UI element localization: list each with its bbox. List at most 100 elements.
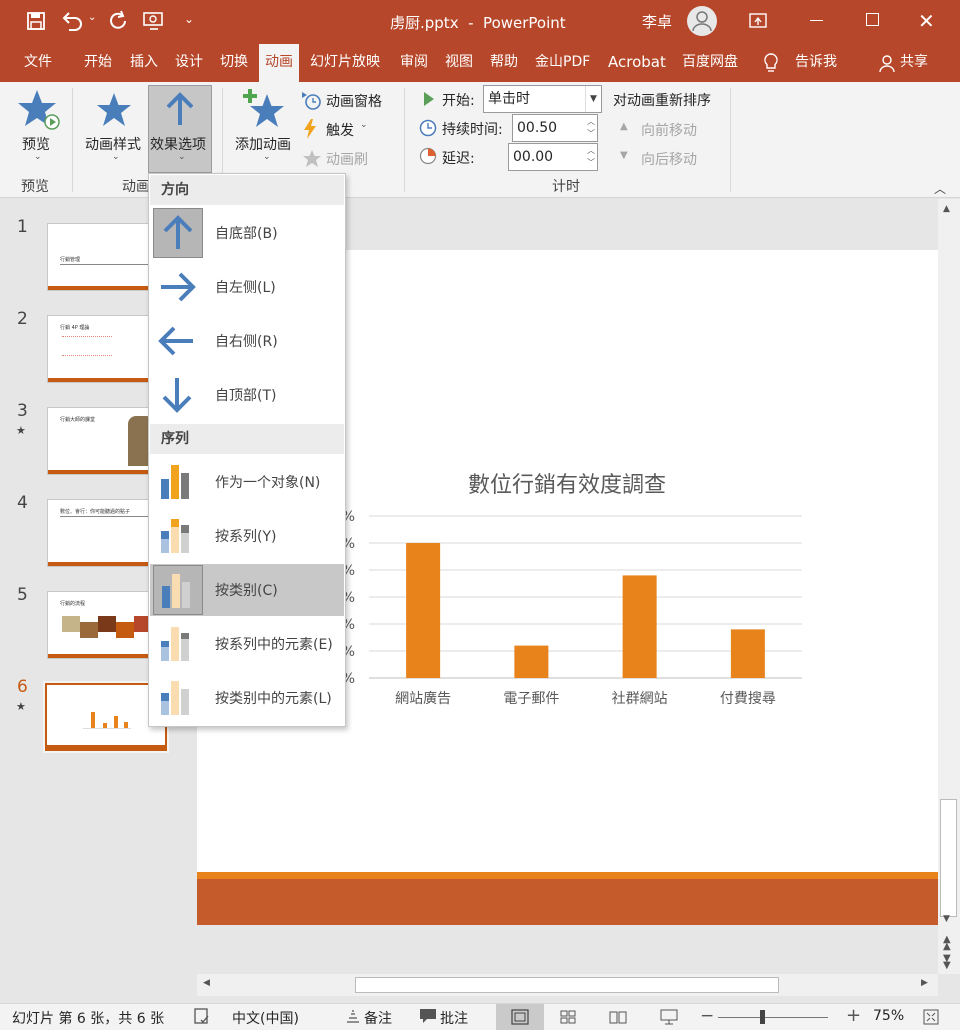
comments-button[interactable]: 批注 <box>440 1008 468 1028</box>
slide-thumb-chart <box>83 703 131 729</box>
comments-icon[interactable] <box>419 1008 437 1024</box>
slide-thumbnail-2[interactable]: 行銷 4P 理論 <box>47 315 157 383</box>
menu-item-by-series-element[interactable]: 按系列中的元素(E) <box>150 618 344 670</box>
scroll-left-icon[interactable]: ◀ <box>203 978 210 988</box>
start-value: 单击时 <box>488 91 530 107</box>
tab-animations[interactable]: 动画 <box>259 44 299 82</box>
share-button[interactable]: 共享 <box>900 44 928 82</box>
add-animation-button[interactable]: 添加动画 ⌄ <box>232 86 298 168</box>
minimize-icon[interactable] <box>810 20 823 21</box>
next-slide-icon[interactable]: ▼ ▼ <box>943 954 951 971</box>
scroll-right-icon[interactable]: ▶ <box>921 978 928 988</box>
vertical-scrollbar[interactable]: ▲ ▼ ▲ ▲ ▼ ▼ <box>938 199 960 974</box>
share-user-icon[interactable] <box>878 54 896 74</box>
lightbulb-icon[interactable] <box>762 52 780 74</box>
menu-item-from-top[interactable]: 自顶部(T) <box>150 369 344 421</box>
group-label-timing: 计时 <box>552 179 580 195</box>
scroll-thumb[interactable] <box>355 977 779 993</box>
duration-value: 00.50 <box>517 120 558 136</box>
animation-styles-button[interactable]: 动画样式 ⌄ <box>84 86 146 168</box>
start-select[interactable]: 单击时 ▼ <box>483 85 602 113</box>
menu-header-direction: 方向 <box>150 175 344 205</box>
redo-icon[interactable] <box>108 10 130 32</box>
menu-item-from-bottom[interactable]: 自底部(B) <box>150 207 344 259</box>
menu-item-label: 按类别中的元素(L) <box>215 691 332 707</box>
slide-thumb-shape <box>98 616 116 632</box>
present-icon[interactable] <box>142 11 166 31</box>
zoom-slider-thumb[interactable] <box>760 1010 765 1024</box>
customize-qat-icon[interactable]: ⌄ <box>184 12 194 26</box>
spinner-icon[interactable]: ︿ ﹀ <box>587 145 595 169</box>
scroll-down-icon[interactable]: ▼ <box>943 914 950 924</box>
slide-thumbnail-1[interactable]: 行銷管理 <box>47 223 157 291</box>
close-icon[interactable]: ✕ <box>918 9 935 33</box>
previous-slide-icon[interactable]: ▲ ▲ <box>943 935 951 952</box>
slide-number: 4 <box>17 493 28 513</box>
save-icon[interactable] <box>26 11 46 31</box>
slide-number: 2 <box>17 309 28 329</box>
slideshow-icon[interactable] <box>660 1009 678 1025</box>
accessibility-icon[interactable] <box>193 1007 211 1025</box>
delay-value: 00.00 <box>513 149 554 165</box>
collapse-ribbon-icon[interactable]: ︿ <box>934 180 946 197</box>
slide-thumb-bar-mark <box>103 723 107 728</box>
menu-item-by-category[interactable]: 按类别(C) <box>150 564 344 616</box>
tab-transitions[interactable]: 切换 <box>220 44 248 82</box>
tell-me-search[interactable]: 告诉我 <box>795 44 837 82</box>
tab-home[interactable]: 开始 <box>84 44 112 82</box>
tab-acrobat[interactable]: Acrobat <box>608 44 666 82</box>
notes-button[interactable]: 备注 <box>364 1008 392 1028</box>
effect-options-label: 效果选项 <box>150 137 206 153</box>
slide-sorter-icon[interactable] <box>560 1010 576 1024</box>
undo-icon[interactable] <box>60 10 84 32</box>
move-earlier-button: ▲ 向前移动 <box>620 120 720 140</box>
delay-input[interactable]: 00.00 ︿ ﹀ <box>508 143 598 171</box>
zoom-slider-track[interactable] <box>718 1017 828 1018</box>
slide-thumb-bar <box>48 654 156 658</box>
menu-item-as-one-object[interactable]: 作为一个对象(N) <box>150 456 344 508</box>
lightning-icon <box>302 118 318 140</box>
animation-pane-label: 动画窗格 <box>326 94 382 110</box>
slide-thumbnail-3[interactable]: 行銷大師的課堂 <box>47 407 157 475</box>
animation-pane-button[interactable]: 动画窗格 <box>300 89 400 111</box>
tab-help[interactable]: 帮助 <box>490 44 518 82</box>
menu-item-by-series[interactable]: 按系列(Y) <box>150 510 344 562</box>
menu-item-from-right[interactable]: 自右侧(R) <box>150 315 344 367</box>
menu-item-from-left[interactable]: 自左侧(L) <box>150 261 344 313</box>
trigger-button[interactable]: 触发 ⌄ <box>300 118 380 140</box>
preview-button[interactable]: 预览 ⌄ <box>12 86 62 168</box>
effect-options-button[interactable]: 效果选项 ⌄ <box>148 85 212 173</box>
avatar[interactable] <box>686 5 718 37</box>
ribbon-display-icon[interactable] <box>749 12 767 30</box>
fit-to-window-icon[interactable] <box>923 1009 939 1025</box>
normal-view-icon[interactable] <box>496 1004 544 1030</box>
reading-view-icon[interactable] <box>609 1010 627 1024</box>
scroll-thumb[interactable] <box>940 799 957 917</box>
tab-design[interactable]: 设计 <box>175 44 203 82</box>
notes-icon[interactable] <box>345 1008 361 1024</box>
slide-thumbnail-5[interactable]: 行銷的流程 <box>47 591 157 659</box>
tab-slideshow[interactable]: 幻灯片放映 <box>310 44 380 82</box>
scroll-up-icon[interactable]: ▲ <box>943 204 950 214</box>
horizontal-scrollbar[interactable]: ◀ ▶ <box>197 974 938 996</box>
maximize-icon[interactable] <box>866 13 879 26</box>
undo-dropdown-icon[interactable]: ⌄ <box>88 12 96 23</box>
arrow-up-icon <box>153 208 203 258</box>
language-indicator[interactable]: 中文(中国) <box>232 1008 299 1028</box>
tab-view[interactable]: 视图 <box>445 44 473 82</box>
chart-by-category-icon <box>153 565 203 615</box>
tab-review[interactable]: 审阅 <box>400 44 428 82</box>
menu-item-label: 自左侧(L) <box>215 280 276 296</box>
zoom-level[interactable]: 75% <box>873 1008 904 1024</box>
triangle-up-icon: ▲ <box>620 121 628 132</box>
slide-thumbnail-4[interactable]: 數位、會行：你可能聽過的點子 <box>47 499 157 567</box>
duration-input[interactable]: 00.50 ︿ ﹀ <box>512 114 598 142</box>
menu-item-by-category-element[interactable]: 按类别中的元素(L) <box>150 672 344 724</box>
tab-insert[interactable]: 插入 <box>130 44 158 82</box>
tab-file[interactable]: 文件 <box>24 44 52 82</box>
zoom-in-icon[interactable]: + <box>846 1005 861 1026</box>
tab-kingsoft-pdf[interactable]: 金山PDF <box>535 44 590 82</box>
tab-baidu-netdisk[interactable]: 百度网盘 <box>682 44 738 82</box>
zoom-out-icon[interactable]: − <box>700 1006 714 1026</box>
spinner-icon[interactable]: ︿ ﹀ <box>587 116 595 140</box>
